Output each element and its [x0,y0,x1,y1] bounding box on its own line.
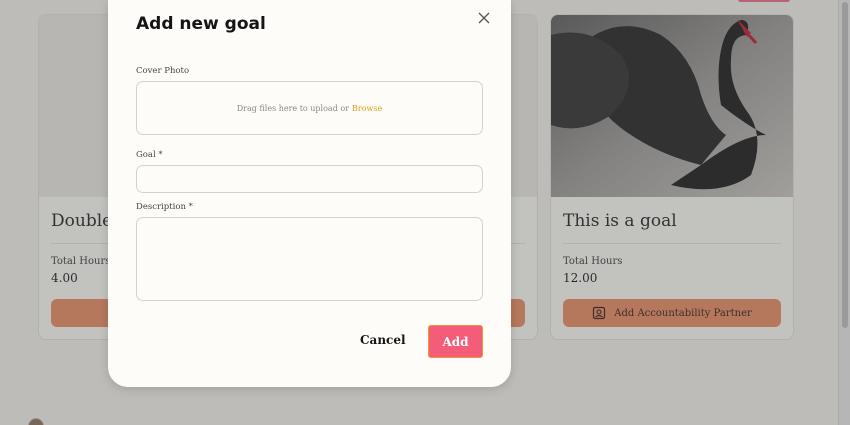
dropzone-text: Drag files here to upload or [236,103,349,113]
modal-title: Add new goal [136,14,266,34]
cover-photo-dropzone[interactable]: Drag files here to upload or Browse [136,81,483,135]
description-textarea[interactable] [136,217,483,301]
close-icon[interactable] [476,10,492,26]
goal-input[interactable] [136,165,483,193]
add-button[interactable]: Add [428,325,483,358]
cover-photo-label: Cover Photo [136,66,190,76]
description-label: Description * [136,202,193,212]
goal-label: Goal * [136,150,163,160]
add-goal-modal: Add new goal Cover Photo Drag files here… [108,0,511,387]
cancel-button[interactable]: Cancel [360,333,406,347]
browse-link[interactable]: Browse [352,104,382,113]
